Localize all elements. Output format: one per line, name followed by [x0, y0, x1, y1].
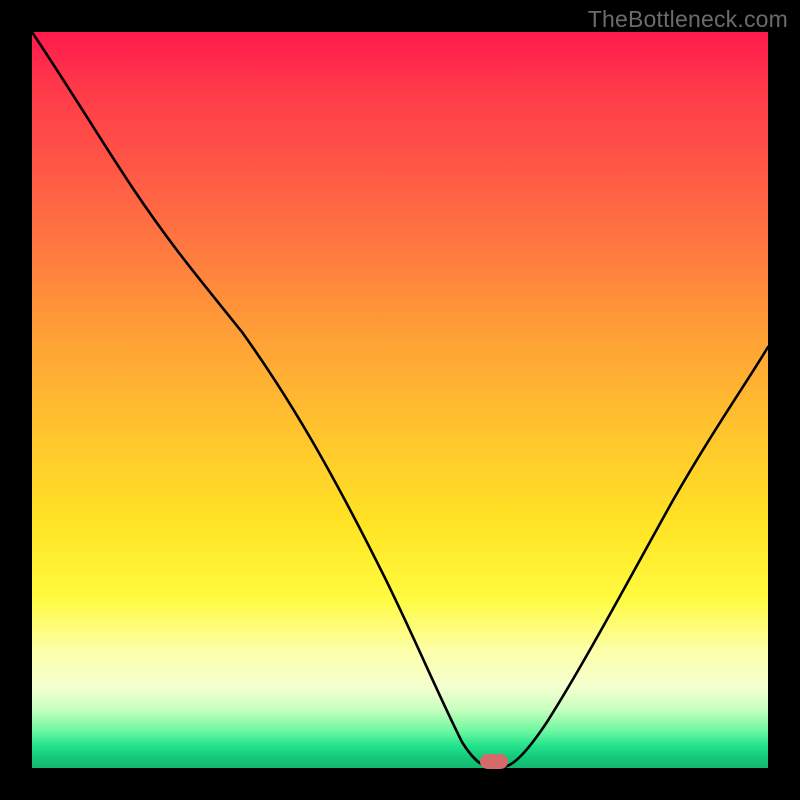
optimal-point-marker: [480, 754, 508, 769]
chart-frame: TheBottleneck.com: [0, 0, 800, 800]
watermark-text: TheBottleneck.com: [588, 6, 788, 33]
bottleneck-curve: [32, 32, 768, 768]
